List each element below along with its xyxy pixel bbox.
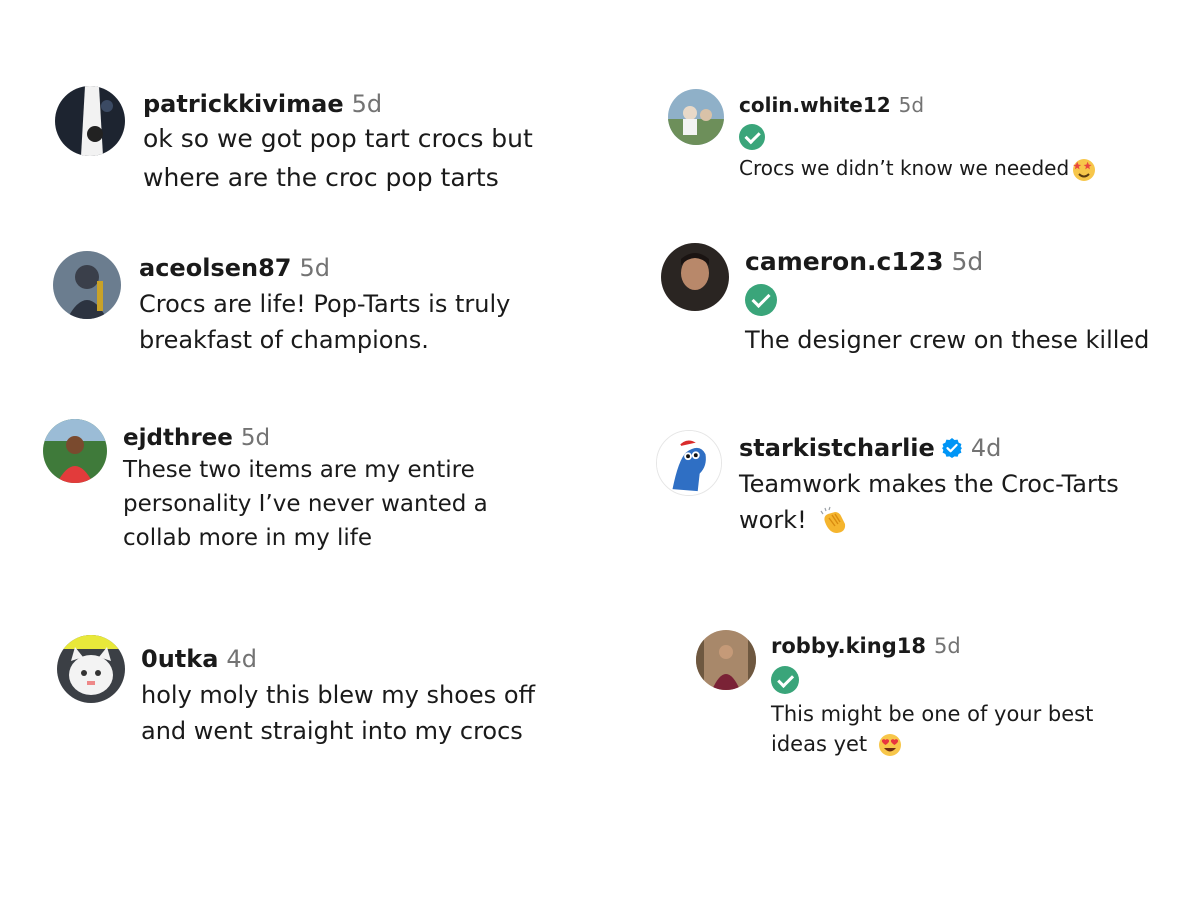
timestamp: 4d [226, 645, 257, 673]
timestamp: 5d [240, 425, 271, 451]
timestamp: 5d [933, 634, 961, 658]
verified-check-icon [739, 124, 765, 150]
comment-item: cameron.c123 5d The designer crew on the… [661, 243, 1149, 354]
username[interactable]: 0utka [141, 645, 218, 673]
username[interactable]: colin.white12 [739, 93, 891, 117]
username[interactable]: cameron.c123 [745, 247, 944, 276]
comment-item: ejdthree 5d These two items are my entir… [43, 419, 488, 551]
clapping-hands-emoji-icon [819, 506, 849, 536]
comment-text-line: holy moly this blew my shoes off [141, 681, 536, 709]
username[interactable]: ejdthree [123, 425, 233, 451]
verified-check-icon [771, 666, 799, 694]
comment-text-line: These two items are my entire [123, 457, 475, 483]
verified-check-icon [745, 284, 777, 316]
comment-text-line: The designer crew on these killed [745, 326, 1150, 354]
avatar[interactable] [696, 630, 756, 690]
avatar[interactable] [53, 251, 121, 319]
timestamp: 4d [970, 434, 1002, 462]
username[interactable]: patrickkivimae [143, 90, 344, 118]
avatar[interactable] [668, 89, 724, 145]
avatar[interactable] [656, 430, 722, 496]
comment-text-line: Teamwork makes the Croc-Tarts [739, 470, 1119, 498]
verified-badge-icon [941, 437, 963, 459]
avatar[interactable] [43, 419, 107, 483]
comment-text-line: This might be one of your best [771, 702, 1094, 726]
comment-item: 0utka 4d holy moly this blew my shoes of… [57, 635, 535, 745]
comment-text-line: personality I’ve never wanted a [123, 491, 488, 517]
comment-text-line: breakfast of champions. [139, 326, 429, 354]
comment-text-line: ideas yet [771, 732, 1093, 758]
timestamp: 5d [898, 93, 925, 117]
avatar[interactable] [57, 635, 125, 703]
comment-item: colin.white12 5d Crocs we didn’t know we… [668, 89, 1097, 183]
comment-text-line: Crocs we didn’t know we needed [739, 156, 1097, 183]
comment-item: robby.king18 5d This might be one of you… [696, 630, 1093, 758]
comment-text-line: Crocs are life! Pop-Tarts is truly [139, 290, 511, 318]
timestamp: 5d [299, 254, 330, 282]
comment-text-line: ok so we got pop tart crocs but [143, 124, 533, 153]
comment-text-line: where are the croc pop tarts [143, 163, 499, 192]
timestamp: 5d [951, 247, 984, 276]
comment-text-line: and went straight into my crocs [141, 717, 523, 745]
star-struck-emoji-icon [1071, 157, 1097, 183]
timestamp: 5d [351, 90, 383, 118]
username[interactable]: aceolsen87 [139, 254, 291, 282]
username[interactable]: starkistcharlie [739, 434, 935, 462]
username[interactable]: robby.king18 [771, 634, 926, 658]
avatar[interactable] [55, 86, 125, 156]
clipped-next-line [740, 198, 870, 208]
comment-text-line: work! [739, 506, 1119, 536]
comment-item: starkistcharlie 4d Teamwork makes the Cr… [656, 430, 1119, 536]
comment-item: aceolsen87 5d Crocs are life! Pop-Tarts … [53, 251, 510, 354]
comment-item: patrickkivimae 5d ok so we got pop tart … [55, 86, 533, 192]
avatar[interactable] [661, 243, 729, 311]
comment-text-line: collab more in my life [123, 525, 373, 551]
heart-eyes-emoji-icon [877, 732, 903, 758]
